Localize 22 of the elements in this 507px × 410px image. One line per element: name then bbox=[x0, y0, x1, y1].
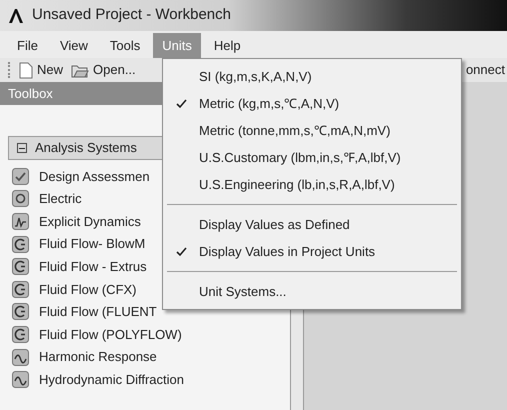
toolbar-button[interactable]: Open... bbox=[71, 60, 136, 80]
toolbox-item[interactable]: Fluid Flow (POLYFLOW) bbox=[39, 324, 182, 344]
toolbox-item[interactable]: Explicit Dynamics bbox=[39, 212, 141, 232]
toolbox-item[interactable]: Fluid Flow (FLUENT bbox=[39, 302, 157, 322]
menu-item[interactable]: View bbox=[50, 33, 97, 58]
menu-option[interactable]: Display Values in Project Units bbox=[163, 238, 461, 265]
menu-item[interactable]: Tools bbox=[100, 33, 150, 58]
window-title: Unsaved Project - Workbench bbox=[32, 5, 231, 26]
menu-option[interactable]: Display Values as Defined bbox=[163, 211, 461, 238]
menu-option[interactable]: U.S.Engineering (lb,in,s,R,A,lbf,V) bbox=[163, 171, 461, 198]
toolbox-item[interactable]: Hydrodynamic Diffraction bbox=[39, 370, 184, 390]
toolbar-label: onnect bbox=[466, 61, 505, 80]
menu-item[interactable]: File bbox=[8, 33, 47, 58]
toolbox-item[interactable]: Fluid Flow (CFX) bbox=[39, 280, 137, 300]
menu-option[interactable]: Unit Systems... bbox=[163, 278, 461, 305]
menu-item[interactable]: Help bbox=[204, 33, 250, 58]
toolbox-item[interactable]: Harmonic Response bbox=[39, 347, 157, 367]
toolbox-item[interactable]: Electric bbox=[39, 189, 82, 209]
toolbox-item[interactable]: Fluid Flow - Extrus bbox=[39, 256, 147, 276]
toolbar-button[interactable]: New bbox=[19, 60, 64, 80]
toolbox-item[interactable]: Design Assessmen bbox=[39, 166, 150, 186]
toolbox-item[interactable]: Fluid Flow- BlowM bbox=[39, 234, 146, 254]
